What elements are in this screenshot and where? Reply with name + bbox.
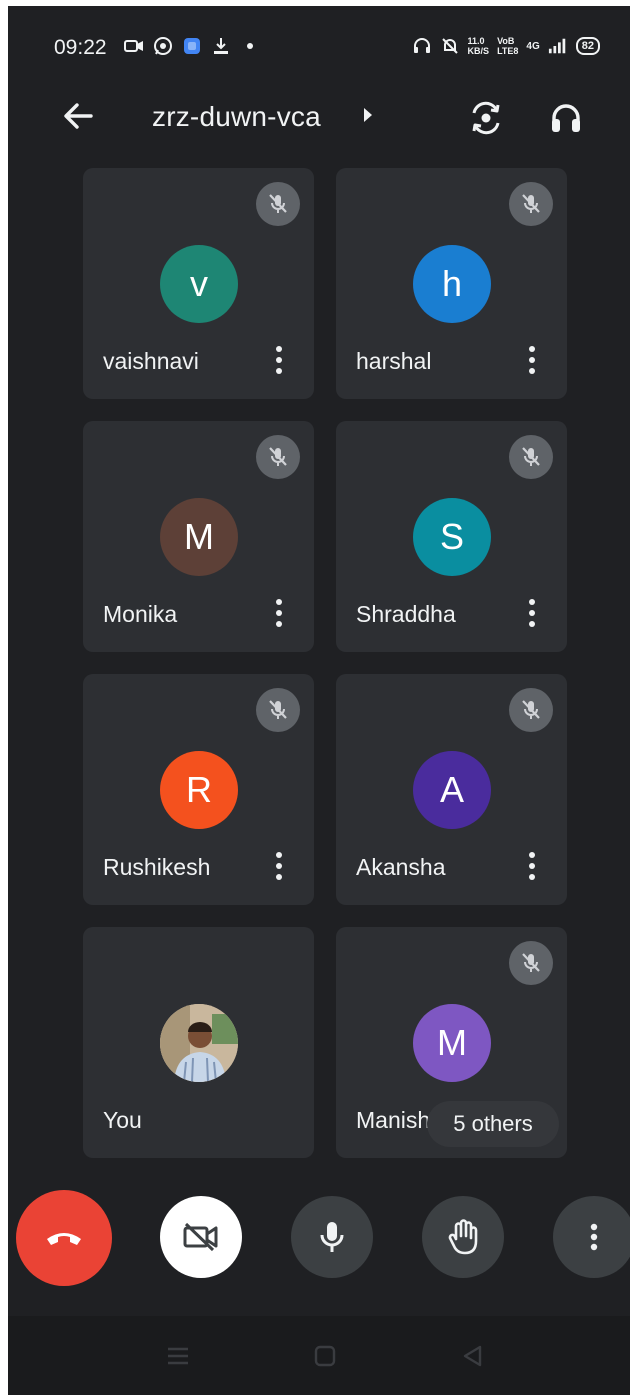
mic-off-icon — [256, 688, 300, 732]
signal-icon — [548, 36, 568, 56]
square-home-icon — [314, 1345, 336, 1367]
net-speed: 11.0 KB/S — [468, 36, 490, 56]
participant-name: Shraddha — [356, 601, 456, 627]
mic-off-icon — [256, 435, 300, 479]
net-speed-unit: KB/S — [467, 46, 490, 56]
volte-bottom: LTE8 — [497, 46, 519, 56]
app-notification-icon — [182, 36, 202, 56]
participant-name: Akansha — [356, 854, 446, 880]
status-bar: 09:22 11.0 KB/S VoB LTE8 4G 82 — [8, 6, 630, 86]
participant-name: Monika — [103, 601, 178, 627]
recent-apps-button[interactable] — [164, 1342, 192, 1370]
end-call-button[interactable] — [16, 1190, 112, 1286]
more-vert-icon[interactable] — [518, 844, 546, 888]
net-speed-value: 11.0 — [467, 36, 485, 46]
whatsapp-icon — [153, 36, 173, 56]
triangle-back-icon — [463, 1345, 482, 1367]
avatar: S — [413, 498, 491, 576]
participant-name: harshal — [356, 348, 432, 374]
system-navigation-bar — [8, 1316, 630, 1395]
participant-name: vaishnavi — [103, 348, 199, 374]
avatar: M — [413, 1004, 491, 1082]
mic-off-icon — [509, 941, 553, 985]
participant-tile[interactable]: R Rushikesh — [83, 674, 314, 905]
participant-name: You — [103, 1107, 142, 1133]
arrow-left-icon — [64, 103, 93, 129]
more-notifications-dot-icon — [240, 36, 260, 56]
avatar: A — [413, 751, 491, 829]
switch-camera-icon — [472, 101, 500, 135]
meeting-details-arrow-icon[interactable] — [364, 108, 372, 122]
camera-toggle-button[interactable] — [160, 1196, 242, 1278]
battery-indicator: 82 — [575, 37, 600, 55]
more-options-button[interactable] — [553, 1196, 630, 1278]
headset-status-icon — [412, 36, 432, 56]
audio-output-button[interactable] — [546, 98, 586, 138]
back-nav-button[interactable] — [458, 1342, 486, 1370]
mic-icon — [320, 1222, 344, 1252]
microphone-button[interactable] — [291, 1196, 373, 1278]
more-vert-icon — [590, 1223, 598, 1251]
participant-tile[interactable]: M Monika — [83, 421, 314, 652]
network-type: 4G — [526, 40, 540, 52]
call-header: zrz-duwn-vca — [8, 88, 630, 146]
mic-off-icon — [256, 182, 300, 226]
volte-indicator: VoB LTE8 — [497, 36, 518, 56]
avatar: h — [413, 245, 491, 323]
participant-tile[interactable]: S Shraddha — [336, 421, 567, 652]
participant-tile[interactable]: v vaishnavi — [83, 168, 314, 399]
download-notification-icon — [211, 36, 231, 56]
status-time: 09:22 — [54, 36, 107, 59]
mic-off-icon — [509, 435, 553, 479]
more-vert-icon[interactable] — [518, 338, 546, 382]
video-notification-icon — [124, 36, 144, 56]
mic-off-icon — [509, 182, 553, 226]
meeting-code[interactable]: zrz-duwn-vca — [152, 101, 321, 133]
notification-icons — [124, 36, 260, 56]
participant-name: Rushikesh — [103, 854, 211, 880]
avatar: R — [160, 751, 238, 829]
more-vert-icon[interactable] — [265, 591, 293, 635]
avatar: M — [160, 498, 238, 576]
more-vert-icon[interactable] — [265, 844, 293, 888]
bell-muted-icon — [440, 36, 460, 56]
more-vert-icon[interactable] — [518, 591, 546, 635]
home-button[interactable] — [311, 1342, 339, 1370]
headphones-icon — [552, 104, 580, 132]
back-button[interactable] — [60, 98, 96, 134]
call-controls — [8, 1186, 630, 1286]
switch-camera-button[interactable] — [466, 98, 506, 138]
self-view-tile[interactable]: You — [83, 927, 314, 1158]
raise-hand-button[interactable] — [422, 1196, 504, 1278]
meet-call-screen: 09:22 11.0 KB/S VoB LTE8 4G 82 zrz-duwn-… — [8, 6, 630, 1395]
others-chip[interactable]: 5 others — [427, 1101, 559, 1147]
volte-top: VoB — [497, 36, 515, 46]
more-vert-icon[interactable] — [265, 338, 293, 382]
participant-tile[interactable]: A Akansha — [336, 674, 567, 905]
phone-hangup-icon — [47, 1233, 81, 1245]
mic-off-icon — [509, 688, 553, 732]
video-off-icon — [183, 1222, 218, 1252]
menu-lines-icon — [168, 1347, 188, 1365]
self-photo-avatar — [160, 1004, 238, 1082]
avatar: v — [160, 245, 238, 323]
system-status-icons: 11.0 KB/S VoB LTE8 4G 82 — [412, 36, 600, 56]
hand-icon — [448, 1219, 478, 1255]
participant-tile[interactable]: h harshal — [336, 168, 567, 399]
